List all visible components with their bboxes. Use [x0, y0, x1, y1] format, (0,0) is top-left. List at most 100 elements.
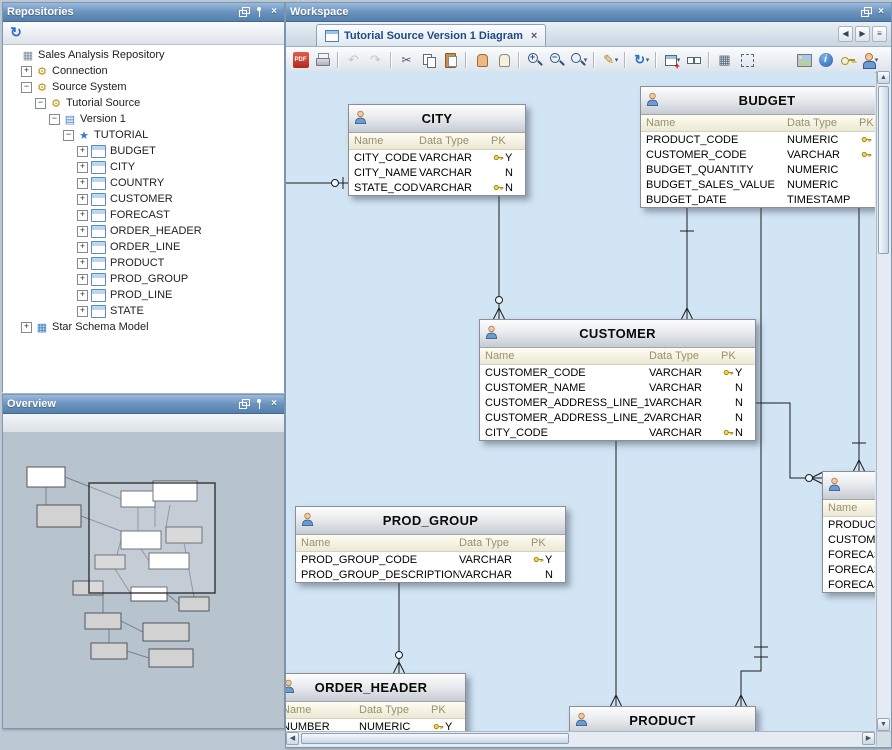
horizontal-scroll-thumb[interactable]	[301, 733, 569, 744]
print-button[interactable]	[312, 49, 333, 70]
entity-row[interactable]: CITY_CODEVARCHARY	[349, 150, 525, 165]
info-button[interactable]	[815, 49, 836, 70]
relationship-line[interactable]	[394, 580, 405, 673]
redo-button[interactable]	[365, 49, 386, 70]
tree-item-sales-analysis-repository[interactable]: ▦Sales Analysis Repository	[3, 47, 284, 63]
entity-row[interactable]: FORECAST_	[823, 562, 875, 577]
tree-item-customer[interactable]: +CUSTOMER	[3, 191, 284, 207]
tree-toggle-icon[interactable]: +	[77, 258, 88, 269]
tree-toggle-icon[interactable]: +	[77, 210, 88, 221]
float-panel-icon[interactable]	[860, 6, 872, 18]
pan-alt-button[interactable]	[493, 49, 514, 70]
entity-row[interactable]: CUSTOMER_NAMEVARCHARN	[480, 380, 755, 395]
paste-button[interactable]	[440, 49, 461, 70]
entity-row[interactable]: CUSTOMER_CODEVARCHARY	[480, 365, 755, 380]
tree-item-product[interactable]: +PRODUCT	[3, 255, 284, 271]
entity-row[interactable]: FORECAST_	[823, 547, 875, 562]
tree-item-city[interactable]: +CITY	[3, 159, 284, 175]
tree-toggle-icon[interactable]: +	[77, 306, 88, 317]
relationship-line[interactable]	[852, 204, 866, 471]
image-button[interactable]	[793, 49, 814, 70]
float-panel-icon[interactable]	[238, 398, 250, 410]
entity-order-header[interactable]: ORDER_HEADERNameData TypePKNUMBERNUMERIC…	[286, 673, 466, 731]
pan-button[interactable]	[471, 49, 492, 70]
tree-item-version-1[interactable]: −▤Version 1	[3, 111, 284, 127]
scroll-down-arrow[interactable]: ▼	[877, 718, 890, 731]
minimap-viewport[interactable]	[89, 483, 215, 593]
tab-list-button[interactable]: ≡	[872, 26, 887, 42]
tree-item-forecast[interactable]: +FORECAST	[3, 207, 284, 223]
zoom-button[interactable]: ▾	[568, 49, 589, 70]
add-user-button[interactable]: ▾	[859, 49, 880, 70]
relationship-line[interactable]	[286, 177, 348, 189]
tree-toggle-icon[interactable]: +	[77, 226, 88, 237]
entity-city[interactable]: CITYNameData TypePKCITY_CODEVARCHARYCITY…	[348, 104, 526, 196]
tree-toggle-icon[interactable]: +	[21, 66, 32, 77]
tree-item-country[interactable]: +COUNTRY	[3, 175, 284, 191]
refresh-button[interactable]: ▾	[630, 49, 651, 70]
tree-toggle-icon[interactable]: −	[63, 130, 74, 141]
tree-item-connection[interactable]: +⚙Connection	[3, 63, 284, 79]
select-button[interactable]	[736, 49, 757, 70]
pin-panel-icon[interactable]	[253, 6, 265, 18]
entity-row[interactable]: PRODUCT_CODENUMERIC	[641, 132, 875, 147]
pin-panel-icon[interactable]	[253, 398, 265, 410]
entity-row[interactable]: PRODUCT_	[823, 517, 875, 532]
tree-toggle-icon[interactable]: +	[77, 178, 88, 189]
relationship-line[interactable]	[736, 204, 769, 706]
float-panel-icon[interactable]	[238, 6, 250, 18]
entity-forecast-partial[interactable]: NameData TypePKPRODUCT_CUSTOMER_FORECAST…	[822, 471, 875, 593]
entity-row[interactable]: CUSTOMER_	[823, 532, 875, 547]
tree-toggle-icon[interactable]: +	[77, 242, 88, 253]
tree-toggle-icon[interactable]: +	[77, 162, 88, 173]
tree-toggle-icon[interactable]: +	[77, 146, 88, 157]
key-button[interactable]	[837, 49, 858, 70]
diagram-canvas[interactable]: CITYNameData TypePKCITY_CODEVARCHARYCITY…	[286, 71, 875, 731]
relationship-line[interactable]	[611, 438, 622, 706]
entity-row[interactable]: CUSTOMER_ADDRESS_LINE_1VARCHARN	[480, 395, 755, 410]
tree-item-state[interactable]: +STATE	[3, 303, 284, 319]
undo-button[interactable]	[343, 49, 364, 70]
scroll-up-arrow[interactable]: ▲	[877, 71, 890, 84]
entity-row[interactable]: BUDGET_QUANTITYNUMERIC	[641, 162, 875, 177]
close-panel-icon[interactable]: ×	[268, 6, 280, 18]
entity-row[interactable]: STATE_CODEVARCHARN	[349, 180, 525, 195]
entity-row[interactable]: CITY_CODEVARCHARN	[480, 425, 755, 440]
vertical-scroll-thumb[interactable]	[878, 86, 889, 254]
close-panel-icon[interactable]: ×	[875, 6, 887, 18]
tree-item-star-schema-model[interactable]: +▦Star Schema Model	[3, 319, 284, 335]
tree-toggle-icon[interactable]: −	[21, 82, 32, 93]
entity-row[interactable]: CUSTOMER_CODEVARCHAR	[641, 147, 875, 162]
zoom-in-button[interactable]: +	[524, 49, 545, 70]
tree-item-prod-group[interactable]: +PROD_GROUP	[3, 271, 284, 287]
tree-item-budget[interactable]: +BUDGET	[3, 143, 284, 159]
close-panel-icon[interactable]: ×	[268, 398, 280, 410]
entity-budget[interactable]: BUDGETNameData TypePKPRODUCT_CODENUMERIC…	[640, 86, 875, 208]
tab-tutorial-source-version-1-diagram[interactable]: Tutorial Source Version 1 Diagram ×	[316, 24, 546, 46]
entity-row[interactable]: PROD_GROUP_DESCRIPTIONVARCHARN	[296, 567, 565, 582]
tree-toggle-icon[interactable]: −	[35, 98, 46, 109]
entity-row[interactable]: CITY_NAMEVARCHARN	[349, 165, 525, 180]
tree-item-tutorial-source[interactable]: −⚙Tutorial Source	[3, 95, 284, 111]
copy-button[interactable]	[418, 49, 439, 70]
entity-prod-group[interactable]: PROD_GROUPNameData TypePKPROD_GROUP_CODE…	[295, 506, 566, 583]
tree-toggle-icon[interactable]: −	[49, 114, 60, 125]
relationship-line[interactable]	[494, 192, 505, 319]
entity-row[interactable]: BUDGET_SALES_VALUENUMERIC	[641, 177, 875, 192]
entity-row[interactable]: NUMBERNUMERICY	[286, 719, 465, 731]
entity-product[interactable]: PRODUCTNameData TypePK	[569, 706, 756, 731]
horizontal-scrollbar[interactable]: ◀ ▶	[286, 731, 875, 746]
entity-row[interactable]: CUSTOMER_ADDRESS_LINE_2VARCHARN	[480, 410, 755, 425]
cut-button[interactable]	[396, 49, 417, 70]
tree-item-source-system[interactable]: −⚙Source System	[3, 79, 284, 95]
overview-minimap[interactable]	[3, 433, 284, 728]
scroll-tabs-left-button[interactable]: ◀	[838, 26, 853, 42]
entity-row[interactable]: BUDGET_DATETIMESTAMP	[641, 192, 875, 207]
draw-button[interactable]: ▾	[599, 49, 620, 70]
tab-close-icon[interactable]: ×	[531, 30, 537, 42]
tree-item-prod-line[interactable]: +PROD_LINE	[3, 287, 284, 303]
tree-item-tutorial[interactable]: −★TUTORIAL	[3, 127, 284, 143]
grid-button[interactable]	[714, 49, 735, 70]
entity-row[interactable]: FORECAST_	[823, 577, 875, 592]
tree-toggle-icon[interactable]: +	[77, 274, 88, 285]
